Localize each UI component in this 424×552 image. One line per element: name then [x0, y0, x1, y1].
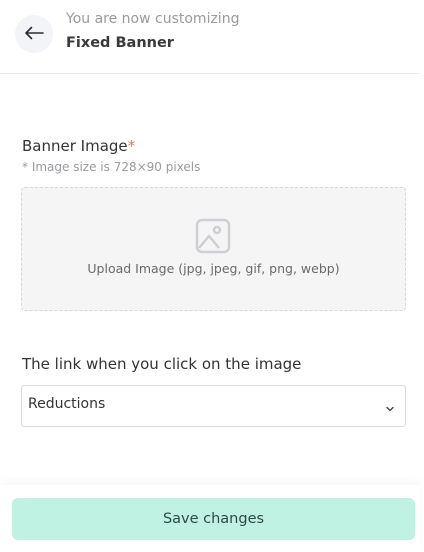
upload-image-text: Upload Image (jpg, jpeg, gif, png, webp) — [87, 261, 340, 276]
back-button[interactable] — [15, 15, 53, 53]
page-title: Fixed Banner — [66, 35, 174, 51]
chevron-down-icon — [385, 399, 395, 418]
save-changes-button[interactable]: Save changes — [12, 498, 415, 540]
image-size-hint: * Image size is 728×90 pixels — [22, 160, 201, 174]
link-select[interactable]: Reductions — [21, 385, 406, 427]
link-label: The link when you click on the image — [22, 355, 302, 373]
banner-image-label-text: Banner Image — [22, 137, 128, 155]
arrow-left-icon — [24, 25, 44, 44]
banner-image-label: Banner Image* — [22, 137, 135, 155]
link-select-value: Reductions — [28, 396, 106, 412]
image-icon — [195, 218, 231, 258]
header: You are now customizing Fixed Banner — [0, 0, 420, 74]
header-subtitle: You are now customizing — [66, 11, 240, 27]
footer: Save changes — [0, 485, 420, 552]
required-marker: * — [127, 137, 136, 155]
image-upload-dropzone[interactable]: Upload Image (jpg, jpeg, gif, png, webp) — [21, 187, 406, 311]
